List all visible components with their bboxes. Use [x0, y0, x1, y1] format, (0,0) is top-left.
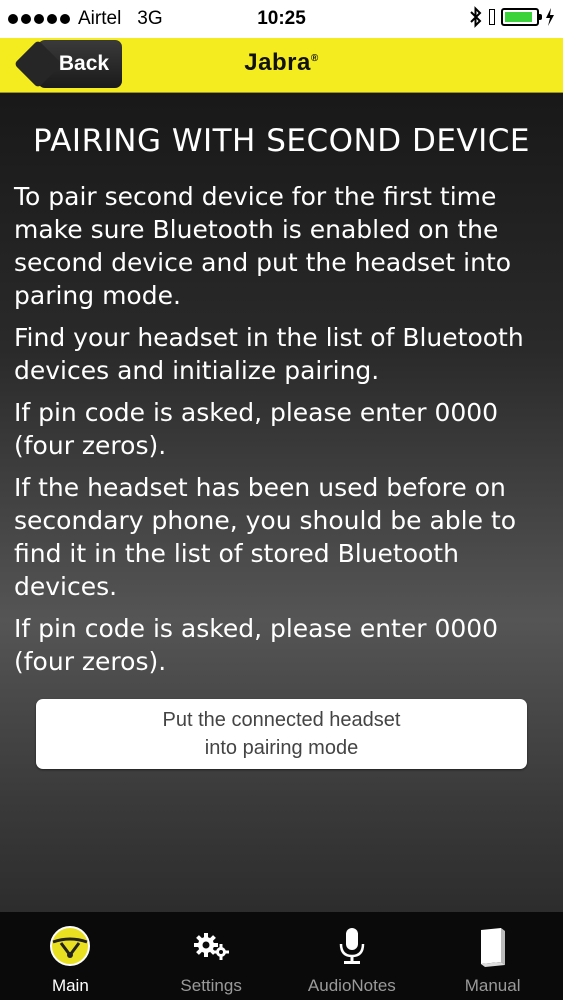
- status-bar: Airtel 3G 10:25: [0, 0, 563, 38]
- status-indicator-icon: [489, 9, 495, 25]
- pairing-mode-button-label: Put the connected headset into pairing m…: [163, 706, 401, 762]
- tab-main-label: Main: [51, 976, 89, 995]
- tab-manual-label: Manual: [464, 976, 521, 995]
- instruction-paragraph: If pin code is asked, please enter 0000 …: [14, 614, 499, 676]
- pairing-mode-button[interactable]: Put the connected headset into pairing m…: [36, 699, 527, 769]
- tab-audionotes[interactable]: AudioNotes: [282, 912, 423, 1000]
- instruction-paragraph: Find your headset in the list of Bluetoo…: [14, 323, 524, 385]
- battery-fill: [505, 12, 532, 22]
- back-button-label: Back: [58, 52, 110, 75]
- logo-text: Jabra: [244, 49, 311, 76]
- battery-icon: [501, 8, 542, 26]
- logo-mark: ®: [310, 53, 319, 64]
- instruction-paragraph: If pin code is asked, please enter 0000 …: [14, 398, 499, 460]
- instruction-paragraph: If the headset has been used before on s…: [14, 473, 517, 601]
- screen: Airtel 3G 10:25 Back Jabra® PAIRING WITH…: [0, 0, 563, 1000]
- status-right: [469, 6, 555, 28]
- nav-bar: Back Jabra®: [0, 38, 563, 93]
- instruction-paragraph: To pair second device for the first time…: [14, 182, 512, 310]
- tab-settings-label: Settings: [180, 976, 242, 995]
- bluetooth-icon: [470, 6, 482, 28]
- gears-icon: [194, 933, 230, 960]
- tab-manual[interactable]: Manual: [422, 912, 563, 1000]
- button-line-2: into pairing mode: [204, 737, 359, 759]
- page-title: PAIRING WITH SECOND DEVICE: [33, 123, 530, 159]
- tab-main[interactable]: Main: [0, 912, 141, 1000]
- button-line-1: Put the connected headset: [162, 709, 401, 731]
- tab-audionotes-label: AudioNotes: [307, 976, 396, 995]
- book-icon: [480, 928, 505, 967]
- tab-settings[interactable]: Settings: [141, 912, 282, 1000]
- headset-circle-icon: [50, 926, 91, 966]
- charging-icon: [546, 8, 554, 26]
- tab-bar: Main Settings AudioNotes Manual: [0, 912, 563, 1000]
- microphone-icon: [339, 928, 365, 964]
- instructions: To pair second device for the first time…: [14, 180, 551, 687]
